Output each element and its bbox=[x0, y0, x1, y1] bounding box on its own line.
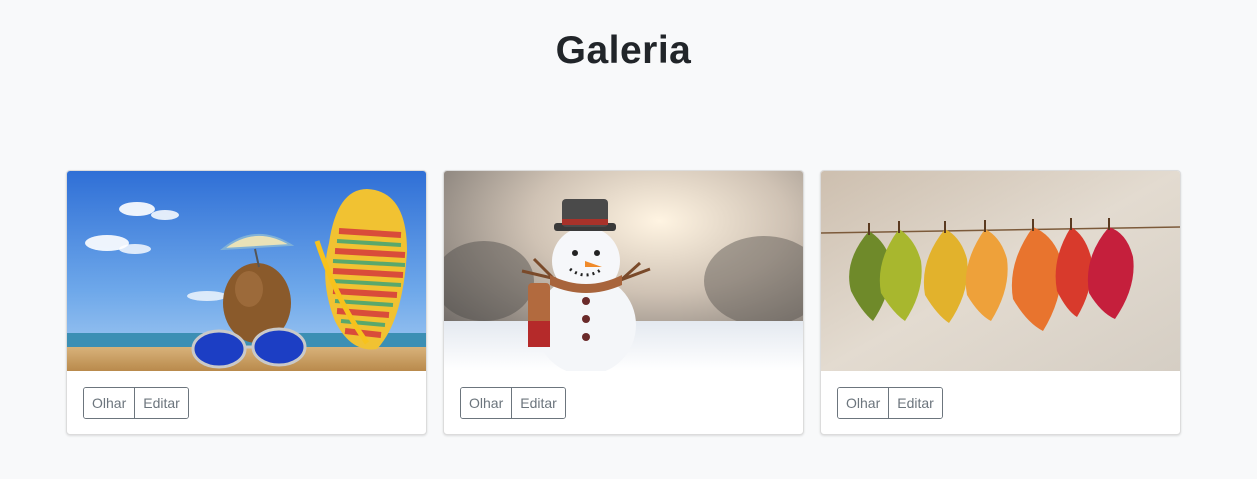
snowman-winter-image bbox=[444, 171, 803, 371]
view-button[interactable]: Olhar bbox=[838, 388, 889, 418]
view-button[interactable]: Olhar bbox=[84, 388, 135, 418]
autumn-leaves-image bbox=[821, 171, 1180, 371]
beach-summer-image bbox=[67, 171, 426, 371]
gallery-card: Olhar Editar bbox=[443, 170, 804, 435]
gallery-card: Olhar Editar bbox=[66, 170, 427, 435]
card-button-group: Olhar Editar bbox=[460, 387, 566, 419]
page-title: Galeria bbox=[555, 29, 692, 72]
edit-button[interactable]: Editar bbox=[511, 388, 565, 418]
card-button-group: Olhar Editar bbox=[83, 387, 189, 419]
edit-button[interactable]: Editar bbox=[888, 388, 942, 418]
edit-button[interactable]: Editar bbox=[134, 388, 188, 418]
view-button[interactable]: Olhar bbox=[461, 388, 512, 418]
card-button-group: Olhar Editar bbox=[837, 387, 943, 419]
gallery-page: Galeria Olhar Editar Olhar Editar Olhar … bbox=[0, 0, 1257, 479]
gallery-card: Olhar Editar bbox=[820, 170, 1181, 435]
